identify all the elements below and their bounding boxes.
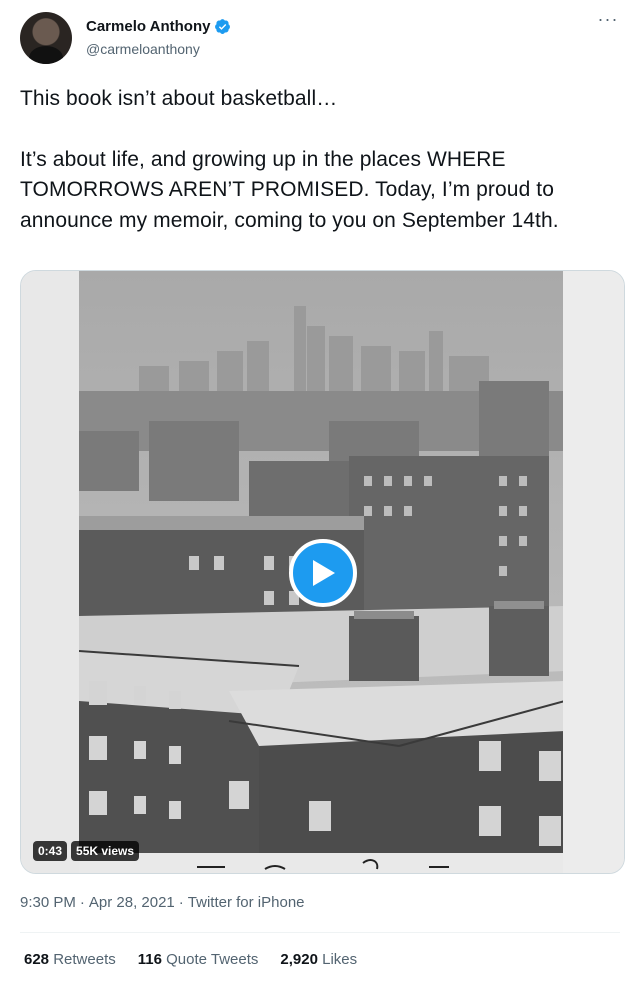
tweet-stats: 628 Retweets 116 Quote Tweets 2,920 Like… <box>24 951 357 968</box>
tweet-line-2: It’s about life, and growing up in the p… <box>20 147 559 232</box>
tweet-text: This book isn’t about basketball… It’s a… <box>20 84 620 236</box>
author-display-name[interactable]: Carmelo Anthony <box>86 18 210 35</box>
more-options-icon[interactable]: ··· <box>596 10 620 30</box>
likes-count: 2,920 <box>280 951 318 968</box>
quote-tweets-count: 116 <box>137 951 162 968</box>
play-icon[interactable] <box>289 539 357 607</box>
likes-stat[interactable]: 2,920 Likes <box>280 951 357 968</box>
quote-tweets-label: Quote Tweets <box>166 951 259 968</box>
video-frame-left <box>21 271 79 873</box>
meta-separator: · <box>178 894 184 911</box>
retweets-label: Retweets <box>53 951 116 968</box>
tweet-meta: 9:30 PM · Apr 28, 2021 · Twitter for iPh… <box>20 894 305 911</box>
video-duration: 0:43 <box>33 841 68 861</box>
tweet-header: Carmelo Anthony @carmeloanthony ··· <box>0 0 640 76</box>
retweets-stat[interactable]: 628 Retweets <box>24 951 116 968</box>
video-views: 55K views <box>71 841 140 861</box>
avatar[interactable] <box>20 12 72 64</box>
video-player[interactable]: 0:43 55K views <box>20 270 625 874</box>
retweets-count: 628 <box>24 951 50 968</box>
tweet-time[interactable]: 9:30 PM <box>20 894 76 911</box>
tweet-line-1: This book isn’t about basketball… <box>20 87 338 110</box>
tweet-source[interactable]: Twitter for iPhone <box>188 894 305 911</box>
author-handle[interactable]: @carmeloanthony <box>86 41 200 57</box>
divider <box>20 932 620 933</box>
meta-separator: · <box>79 894 85 911</box>
quote-tweets-stat[interactable]: 116 Quote Tweets <box>138 951 259 968</box>
likes-label: Likes <box>322 951 358 968</box>
video-frame-right <box>563 271 624 873</box>
author-name-row: Carmelo Anthony <box>86 18 231 35</box>
verified-badge-icon <box>215 19 231 34</box>
video-badges: 0:43 55K views <box>33 841 140 861</box>
tweet-date[interactable]: Apr 28, 2021 <box>89 894 175 911</box>
